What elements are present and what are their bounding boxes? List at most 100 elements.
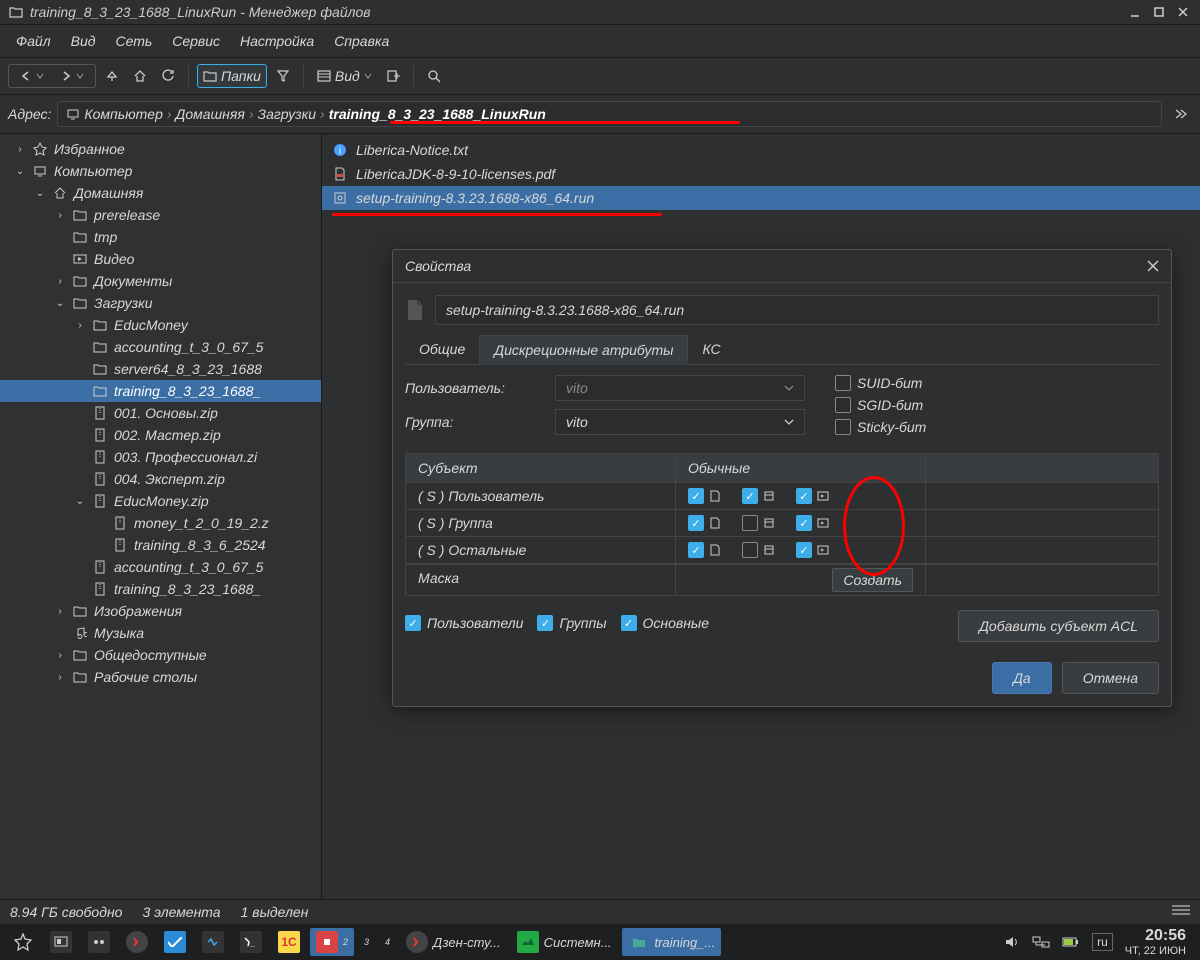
tray-language-indicator[interactable]: ru	[1092, 933, 1113, 951]
tree-item[interactable]: ›Документы	[0, 270, 321, 292]
ok-button[interactable]: Да	[992, 662, 1052, 694]
tree-item[interactable]: money_t_2_0_19_2.z	[0, 512, 321, 534]
taskbar-app-5[interactable]	[196, 928, 230, 956]
tray-battery-icon[interactable]	[1062, 936, 1080, 948]
taskbar-app-9[interactable]: 3	[358, 934, 375, 950]
tree-item[interactable]: accounting_t_3_0_67_5	[0, 336, 321, 358]
taskbar-window-1[interactable]: Дзен-сту...	[400, 928, 507, 956]
expand-icon[interactable]: ›	[54, 649, 66, 661]
expand-icon[interactable]	[74, 341, 86, 353]
expand-icon[interactable]	[54, 253, 66, 265]
tree-item[interactable]: 004. Эксперт.zip	[0, 468, 321, 490]
nav-back-button[interactable]	[15, 67, 49, 85]
new-button[interactable]	[381, 66, 405, 86]
taskbar-app-6[interactable]: _	[234, 928, 268, 956]
taskbar-app-10[interactable]: 4	[379, 934, 396, 950]
tree-item[interactable]: Видео	[0, 248, 321, 270]
expand-icon[interactable]: ›	[54, 275, 66, 287]
cancel-button[interactable]: Отмена	[1062, 662, 1159, 694]
create-mask-button[interactable]: Создать	[832, 568, 913, 592]
expand-icon[interactable]	[74, 451, 86, 463]
expand-icon[interactable]: ⌄	[54, 297, 66, 309]
expand-icon[interactable]	[94, 517, 106, 529]
menu-file[interactable]: Файл	[6, 29, 61, 53]
expand-icon[interactable]	[74, 385, 86, 397]
menu-service[interactable]: Сервис	[162, 29, 230, 53]
expand-icon[interactable]: ›	[74, 319, 86, 331]
breadcrumb[interactable]: Компьютер › Домашняя › Загрузки › traini…	[57, 101, 1162, 127]
filter-main-checkbox[interactable]: ✓	[621, 615, 637, 631]
perm-checkbox[interactable]: ✓	[796, 488, 812, 504]
tree-item[interactable]: ›Избранное	[0, 138, 321, 160]
expand-icon[interactable]	[74, 583, 86, 595]
filename-input[interactable]: setup-training-8.3.23.1688-x86_64.run	[435, 295, 1159, 325]
nav-up-button[interactable]	[100, 66, 124, 86]
taskbar-app-7[interactable]: 1C	[272, 928, 306, 956]
menu-network[interactable]: Сеть	[105, 29, 162, 53]
filter-button[interactable]	[271, 66, 295, 86]
expand-icon[interactable]	[74, 407, 86, 419]
folder-tree[interactable]: ›Избранное⌄Компьютер⌄Домашняя›prerelease…	[0, 134, 322, 899]
tree-item[interactable]: ⌄Компьютер	[0, 160, 321, 182]
tree-item[interactable]: ⌄Домашняя	[0, 182, 321, 204]
expand-icon[interactable]: ›	[54, 209, 66, 221]
perm-checkbox[interactable]	[742, 515, 758, 531]
sticky-checkbox[interactable]	[835, 419, 851, 435]
tree-item[interactable]: ›prerelease	[0, 204, 321, 226]
tree-item[interactable]: ›Изображения	[0, 600, 321, 622]
tray-volume-icon[interactable]	[1004, 934, 1020, 950]
tab-general[interactable]: Общие	[405, 335, 479, 364]
breadcrumb-current[interactable]: training_8_3_23_1688_LinuxRun	[329, 106, 546, 122]
expand-icon[interactable]: ›	[14, 143, 26, 155]
dialog-close-button[interactable]	[1147, 260, 1159, 272]
file-item[interactable]: iLiberica-Notice.txt	[322, 138, 1200, 162]
tree-item[interactable]: ⌄EducMoney.zip	[0, 490, 321, 512]
expand-icon[interactable]	[54, 231, 66, 243]
menu-settings[interactable]: Настройка	[230, 29, 324, 53]
nav-forward-button[interactable]	[55, 67, 89, 85]
expand-icon[interactable]	[74, 363, 86, 375]
minimize-button[interactable]	[1126, 4, 1144, 20]
breadcrumb-overflow-button[interactable]	[1168, 104, 1192, 124]
perm-checkbox[interactable]: ✓	[688, 515, 704, 531]
expand-icon[interactable]	[74, 561, 86, 573]
taskbar-app-8[interactable]: 2	[310, 928, 354, 956]
expand-icon[interactable]: ⌄	[14, 165, 26, 177]
file-item[interactable]: setup-training-8.3.23.1688-x86_64.run	[322, 186, 1200, 210]
expand-icon[interactable]	[74, 473, 86, 485]
taskbar-app-2[interactable]	[82, 928, 116, 956]
tree-item[interactable]: server64_8_3_23_1688	[0, 358, 321, 380]
breadcrumb-segment[interactable]: Компьютер	[84, 106, 162, 122]
sgid-checkbox[interactable]	[835, 397, 851, 413]
expand-icon[interactable]: ›	[54, 605, 66, 617]
expand-icon[interactable]: ⌄	[34, 187, 46, 199]
expand-icon[interactable]: ⌄	[74, 495, 86, 507]
taskbar-app-1[interactable]	[44, 928, 78, 956]
file-item[interactable]: LibericaJDK-8-9-10-licenses.pdf	[322, 162, 1200, 186]
taskbar-app-3[interactable]	[120, 928, 154, 956]
tree-item[interactable]: tmp	[0, 226, 321, 248]
taskbar-window-3[interactable]: training_...	[622, 928, 722, 956]
tree-item[interactable]: ›Общедоступные	[0, 644, 321, 666]
tab-discretionary[interactable]: Дискреционные атрибуты	[479, 335, 688, 365]
add-acl-button[interactable]: Добавить субъект ACL	[958, 610, 1159, 642]
tree-item[interactable]: training_8_3_23_1688_	[0, 380, 321, 402]
close-button[interactable]	[1174, 4, 1192, 20]
tray-clock[interactable]: 20:56 ЧТ, 22 ИЮН	[1125, 927, 1186, 957]
tree-item[interactable]: 003. Профессионал.zi	[0, 446, 321, 468]
tree-item[interactable]: 001. Основы.zip	[0, 402, 321, 424]
nav-refresh-button[interactable]	[156, 66, 180, 86]
tree-item[interactable]: ›EducMoney	[0, 314, 321, 336]
owner-user-select[interactable]: vito	[555, 375, 805, 401]
folders-panel-button[interactable]: Папки	[197, 64, 267, 88]
tree-item[interactable]: accounting_t_3_0_67_5	[0, 556, 321, 578]
expand-icon[interactable]	[54, 627, 66, 639]
perm-checkbox[interactable]: ✓	[742, 488, 758, 504]
expand-icon[interactable]	[94, 539, 106, 551]
taskbar-window-2[interactable]: Системн...	[511, 928, 618, 956]
perm-checkbox[interactable]: ✓	[796, 542, 812, 558]
tray-network-icon[interactable]	[1032, 935, 1050, 949]
tree-item[interactable]: 002. Мастер.zip	[0, 424, 321, 446]
tree-item[interactable]: Музыка	[0, 622, 321, 644]
tree-item[interactable]: training_8_3_23_1688_	[0, 578, 321, 600]
